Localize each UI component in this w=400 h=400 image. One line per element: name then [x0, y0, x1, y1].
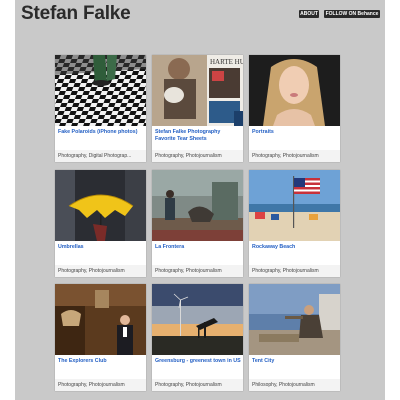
project-fields: Photography, Photojournalism: [249, 265, 340, 277]
project-card-rockaway-beach[interactable]: Rockaway Beach Photography, Photojournal…: [249, 170, 340, 277]
project-title[interactable]: La Frontera: [155, 244, 241, 251]
project-title[interactable]: Rockaway Beach: [252, 244, 338, 251]
project-title[interactable]: Greensburg - greenest town in US: [155, 358, 241, 365]
project-title[interactable]: Fake Polaroids (iPhone photos): [58, 129, 144, 136]
project-fields: Photography, Photojournalism: [55, 265, 146, 277]
project-thumbnail[interactable]: [55, 55, 146, 126]
tent-city-man-image: [249, 284, 340, 355]
project-fields: Photography, Photojournalism: [55, 379, 146, 391]
project-card-greensburg[interactable]: Greensburg - greenest town in US Photogr…: [152, 284, 243, 391]
project-card-la-frontera[interactable]: La Frontera Photography, Photojournalism: [152, 170, 243, 277]
oil-pump-sunset-image: [152, 284, 243, 355]
project-fields: Photography, Digital Photograp...: [55, 150, 146, 162]
project-thumbnail[interactable]: [152, 284, 243, 355]
project-thumbnail[interactable]: [55, 284, 146, 355]
checkerboard-floor-image: [55, 55, 146, 126]
project-card-fake-polaroids[interactable]: Fake Polaroids (iPhone photos) Photograp…: [55, 55, 146, 162]
project-thumbnail[interactable]: [249, 284, 340, 355]
project-card-tent-city[interactable]: Tent City Philosophy, Photojournalism: [249, 284, 340, 391]
portrait-girl-image: [249, 55, 340, 126]
about-button[interactable]: ABOUT: [299, 10, 319, 18]
project-thumbnail[interactable]: HARTE HU: [152, 55, 243, 126]
project-title[interactable]: The Explorers Club: [58, 358, 144, 365]
project-card-umbrellas[interactable]: Umbrellas Photography, Photojournalism: [55, 170, 146, 277]
project-card-explorers-club[interactable]: The Explorers Club Photography, Photojou…: [55, 284, 146, 391]
yellow-umbrella-image: [55, 170, 146, 241]
project-thumbnail[interactable]: [152, 170, 243, 241]
project-fields: Photography, Photojournalism: [152, 150, 243, 162]
follow-on-behance-button[interactable]: FOLLOW ON Behance: [324, 10, 380, 18]
project-thumbnail[interactable]: [249, 170, 340, 241]
tear-sheet-headline: HARTE HU: [210, 58, 243, 66]
explorers-club-interior-image: [55, 284, 146, 355]
project-thumbnail[interactable]: [55, 170, 146, 241]
project-fields: Photography, Photojournalism: [249, 150, 340, 162]
project-card-portraits[interactable]: Portraits Photography, Photojournalism: [249, 55, 340, 162]
project-fields: Photography, Photojournalism: [152, 379, 243, 391]
project-title[interactable]: Portraits: [252, 129, 338, 136]
project-title[interactable]: Umbrellas: [58, 244, 144, 251]
project-fields: Photography, Photojournalism: [152, 265, 243, 277]
portfolio-page: Stefan Falke ABOUT FOLLOW ON Behance Fak…: [15, 0, 385, 400]
project-title[interactable]: Tent City: [252, 358, 338, 365]
border-workers-image: [152, 170, 243, 241]
project-card-tear-sheets[interactable]: HARTE HU Stefan Falke Photography Favori…: [152, 55, 243, 162]
project-fields: Philosophy, Photojournalism: [249, 379, 340, 391]
beach-flag-image: [249, 170, 340, 241]
project-title[interactable]: Stefan Falke Photography Favorite Tear S…: [155, 129, 241, 142]
tear-sheets-collage-image: HARTE HU: [152, 55, 243, 126]
project-thumbnail[interactable]: [249, 55, 340, 126]
site-title[interactable]: Stefan Falke: [21, 3, 131, 25]
